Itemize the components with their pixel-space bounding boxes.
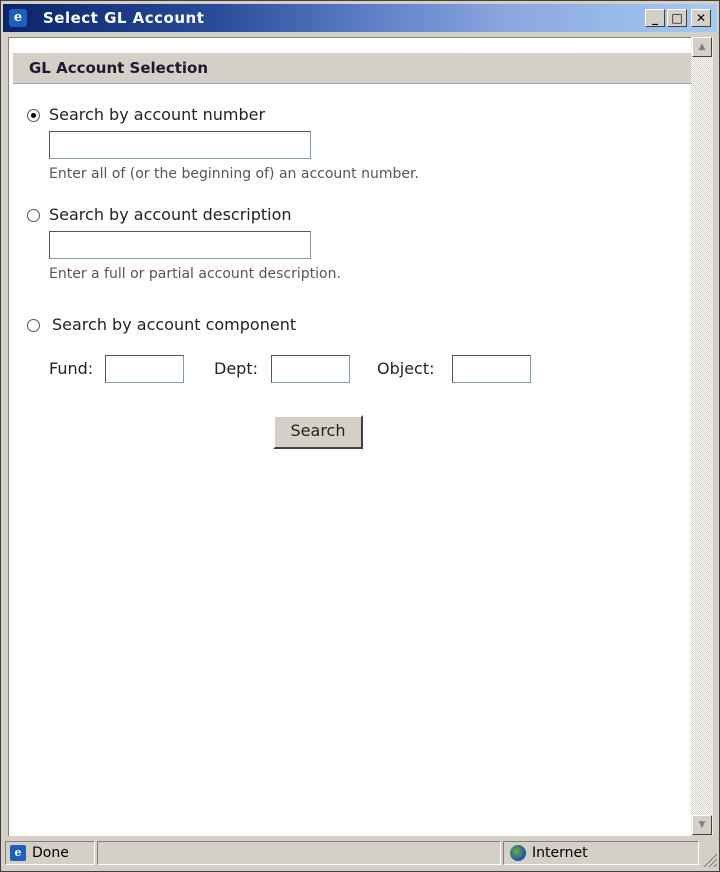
fund-label: Fund: [49, 359, 94, 378]
page-title: GL Account Selection [29, 59, 209, 77]
account-description-input[interactable] [49, 231, 311, 259]
maximize-button[interactable]: □ [667, 9, 687, 27]
dept-input[interactable] [271, 355, 350, 383]
page-icon: e [10, 845, 26, 861]
zone-text: Internet [532, 845, 588, 861]
object-label: Object: [377, 359, 435, 378]
dept-label: Dept: [214, 359, 258, 378]
dialog-window: e Select GL Account _ □ ✕ GL Account Sel… [0, 0, 720, 872]
status-bar: e Done Internet [3, 839, 719, 869]
status-panel: e Done [5, 841, 95, 865]
radio-account-number[interactable] [27, 109, 40, 122]
page-content: GL Account Selection Search by account n… [8, 37, 691, 836]
close-button[interactable]: ✕ [691, 9, 711, 27]
fund-input[interactable] [105, 355, 184, 383]
object-input[interactable] [452, 355, 531, 383]
minimize-button[interactable]: _ [645, 9, 665, 27]
option-label-account-description: Search by account description [49, 205, 292, 224]
title-bar[interactable]: e Select GL Account _ □ ✕ [3, 4, 717, 32]
globe-icon [510, 845, 526, 861]
status-text: Done [32, 845, 69, 861]
resize-grip-icon[interactable] [703, 853, 717, 867]
zone-panel: Internet [503, 841, 699, 865]
account-description-hint: Enter a full or partial account descript… [49, 266, 341, 282]
window-title: Select GL Account [43, 9, 205, 27]
scroll-down-button[interactable]: ▼ [692, 815, 712, 835]
scroll-track[interactable] [691, 57, 713, 815]
account-number-input[interactable] [49, 131, 311, 159]
option-label-account-number: Search by account number [49, 105, 266, 124]
option-label-account-component: Search by account component [52, 315, 297, 334]
search-button[interactable]: Search [273, 415, 363, 449]
section-header: GL Account Selection [13, 53, 691, 84]
account-number-hint: Enter all of (or the beginning of) an ac… [49, 166, 419, 182]
scroll-up-button[interactable]: ▲ [692, 37, 712, 57]
radio-account-description[interactable] [27, 209, 40, 222]
ie-icon[interactable]: e [9, 9, 27, 27]
radio-account-component[interactable] [27, 319, 40, 332]
vertical-scrollbar[interactable]: ▲ ▼ [691, 37, 713, 835]
status-progress-panel [97, 841, 501, 865]
